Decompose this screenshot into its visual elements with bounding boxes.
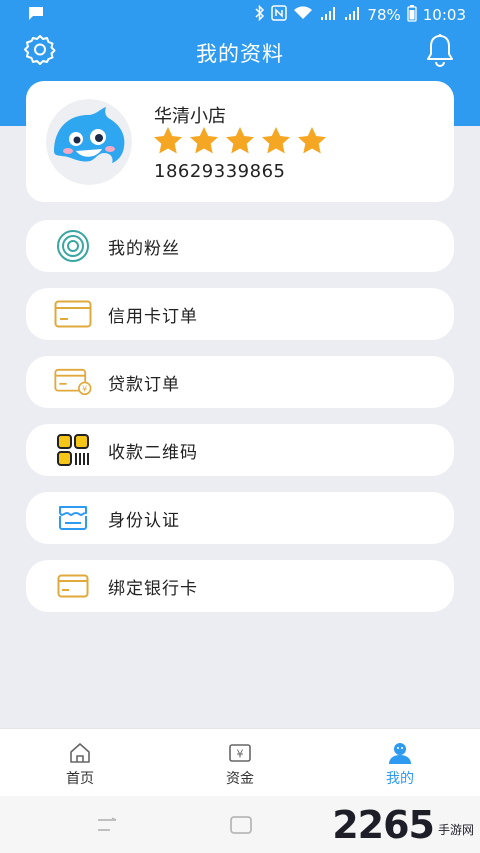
bank-card-icon (54, 570, 92, 602)
loan-card-icon: ¥ (54, 366, 92, 398)
profile-card[interactable]: 华清小店 18629339865 (26, 81, 454, 202)
battery-icon (407, 4, 417, 26)
bell-icon (424, 33, 456, 71)
fans-icon (54, 230, 92, 262)
signal-icon-2 (343, 5, 361, 25)
menu-item-identity-verification[interactable]: 身份认证 (26, 492, 454, 544)
avatar[interactable] (46, 99, 132, 185)
wifi-icon (293, 5, 313, 25)
user-icon (388, 741, 412, 765)
svg-text:¥: ¥ (82, 384, 87, 394)
notifications-button[interactable] (422, 34, 458, 70)
menu-label: 信用卡订单 (108, 307, 198, 327)
tab-label: 资金 (226, 771, 254, 787)
signal-icon-1 (319, 5, 337, 25)
status-bar: 78% 10:03 (0, 0, 480, 30)
credit-card-icon (54, 298, 92, 330)
menu-item-fans[interactable]: 我的粉丝 (26, 220, 454, 272)
system-navigation-bar: 2265 手游网 (0, 796, 480, 853)
recent-apps-button[interactable] (96, 816, 118, 838)
menu-item-payment-qr-code[interactable]: 收款二维码 (26, 424, 454, 476)
battery-percentage: 78% (367, 6, 401, 24)
phone-number: 18629339865 (154, 161, 286, 182)
rating-stars (152, 125, 328, 157)
clock: 10:03 (422, 6, 466, 24)
star-icon (154, 127, 182, 154)
bottom-tab-bar: 首页 ¥ 资金 我的 (0, 728, 480, 796)
status-indicators: 78% 10:03 (255, 4, 466, 26)
page-title: 我的资料 (196, 42, 284, 66)
star-icon (298, 127, 326, 154)
menu-item-bind-bank-card[interactable]: 绑定银行卡 (26, 560, 454, 612)
star-icon (190, 127, 218, 154)
message-notification-icon (28, 6, 44, 25)
nfc-icon (271, 5, 288, 25)
home-nav-button[interactable] (229, 815, 253, 839)
menu-label: 我的粉丝 (108, 239, 180, 259)
qr-code-icon (54, 434, 92, 466)
tab-funds[interactable]: ¥ 资金 (180, 729, 300, 797)
id-verify-icon (54, 502, 92, 534)
tab-home[interactable]: 首页 (20, 729, 140, 797)
wallet-icon: ¥ (228, 741, 252, 765)
menu-label: 收款二维码 (108, 443, 198, 463)
svg-text:¥: ¥ (237, 748, 244, 761)
star-icon (226, 127, 254, 154)
bluetooth-icon (255, 4, 265, 25)
menu-item-loan-orders[interactable]: ¥ 贷款订单 (26, 356, 454, 408)
menu-item-credit-card-orders[interactable]: 信用卡订单 (26, 288, 454, 340)
watermark-logo: 2265 手游网 (332, 796, 474, 853)
tab-mine[interactable]: 我的 (340, 729, 460, 797)
menu-label: 身份认证 (108, 511, 180, 531)
tab-label: 我的 (386, 771, 414, 787)
star-icon (262, 127, 290, 154)
watermark-number: 2265 (332, 802, 435, 847)
tab-label: 首页 (66, 771, 94, 787)
watermark-text: 手游网 (437, 823, 474, 837)
menu-label: 贷款订单 (108, 375, 180, 395)
avatar-mascot-image (46, 99, 132, 185)
home-icon (68, 741, 92, 765)
menu-label: 绑定银行卡 (108, 579, 198, 599)
